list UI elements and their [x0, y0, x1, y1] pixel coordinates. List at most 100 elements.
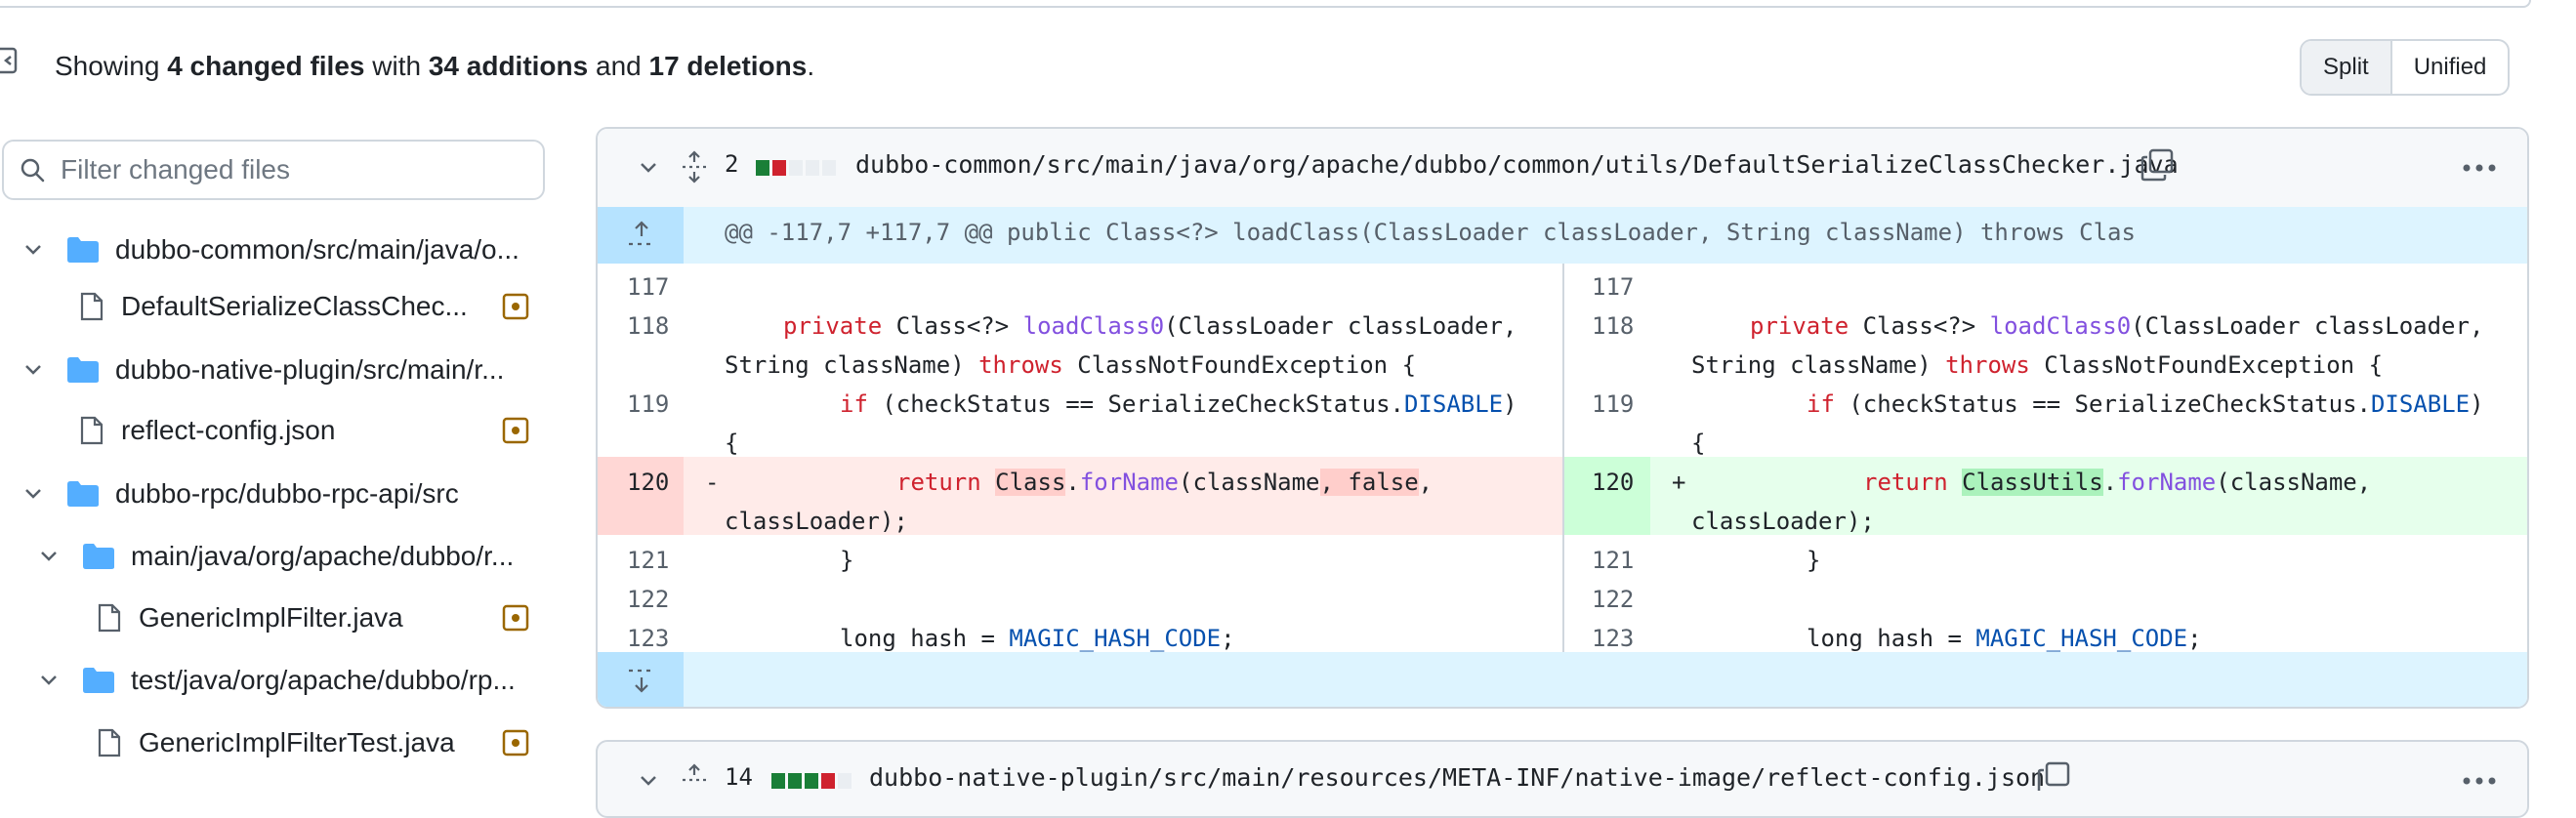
line-number: 120	[1592, 469, 1635, 496]
tree-folder-dubbo-rpc[interactable]: dubbo-rpc/dubbo-rpc-api/src	[21, 466, 459, 522]
file-icon	[80, 292, 104, 321]
expand-down-icon	[629, 669, 650, 693]
tree-item-label: DefaultSerializeClassChec...	[121, 291, 468, 321]
tree-folder-dubbo-native-plugin[interactable]: dubbo-native-plugin/src/main/r...	[21, 342, 504, 398]
hunk-header: @@ -117,7 +117,7 @@ public Class<?> load…	[598, 207, 2527, 264]
code-line: return ClassUtils.forName(className,	[1863, 469, 2372, 496]
chevron-down-icon[interactable]	[37, 545, 61, 568]
code-line: long hash = MAGIC_HASH_CODE;	[840, 625, 1235, 652]
tree-file-reflect-config[interactable]: reflect-config.json	[80, 402, 335, 459]
line-number: 121	[627, 547, 670, 574]
expand-all-icon[interactable]	[680, 763, 709, 797]
diffstat-neutral-block	[806, 160, 819, 176]
line-number: 117	[1592, 273, 1635, 301]
expand-footer	[598, 652, 2527, 707]
code-line: private Class<?> loadClass0(ClassLoader …	[1750, 312, 2484, 340]
diff-sign: -	[705, 469, 720, 496]
chevron-down-icon[interactable]	[21, 238, 45, 262]
line-number: 122	[627, 586, 670, 613]
diffstat-add-block	[788, 773, 802, 789]
hunk-header-text: @@ -117,7 +117,7 @@ public Class<?> load…	[725, 219, 2136, 246]
copy-path-icon[interactable]	[2037, 761, 2070, 795]
line-number: 120	[627, 469, 670, 496]
expand-all-icon[interactable]	[680, 150, 709, 184]
code-line: return Class.forName(className, false,	[896, 469, 1433, 496]
folder-icon	[83, 544, 114, 569]
diffstat-neutral-block	[838, 773, 852, 789]
code-line: long hash = MAGIC_HASH_CODE;	[1807, 625, 2202, 652]
code-line: classLoader);	[725, 508, 908, 535]
tree-folder-dubbo-common[interactable]: dubbo-common/src/main/java/o...	[21, 222, 519, 278]
tree-item-label: main/java/org/apache/dubbo/r...	[131, 541, 515, 571]
line-number: 123	[1592, 625, 1635, 652]
diffstat-neutral-block	[822, 160, 836, 176]
tree-folder-main-java[interactable]: main/java/org/apache/dubbo/r...	[37, 528, 514, 585]
file-modified-icon	[502, 293, 529, 320]
file-modified-icon	[502, 729, 529, 757]
more-options-icon[interactable]	[2463, 777, 2496, 785]
diffstat-del-block	[821, 773, 835, 789]
unified-view-button[interactable]: Unified	[2392, 41, 2509, 94]
filter-files-input[interactable]	[59, 153, 531, 186]
chevron-down-icon[interactable]	[637, 769, 660, 793]
search-icon	[21, 158, 45, 183]
diffstat-bar	[771, 773, 852, 789]
file-modified-icon	[502, 604, 529, 632]
diff-summary: Showing 4 changed files with 34 addition…	[55, 51, 815, 81]
line-number: 121	[1592, 547, 1635, 574]
diffstat-add-block	[771, 773, 785, 789]
chevron-down-icon[interactable]	[37, 669, 61, 692]
line-number: 122	[1592, 586, 1635, 613]
previous-section-border	[0, 0, 2531, 8]
file-diff-card: 14 dubbo-native-plugin/src/main/resource…	[596, 740, 2529, 818]
folder-icon	[83, 668, 114, 693]
code-line: }	[840, 547, 854, 574]
file-path[interactable]: dubbo-common/src/main/java/org/apache/du…	[855, 150, 2179, 179]
file-icon	[80, 416, 104, 445]
tree-file-genericimplfiltertest[interactable]: GenericImplFilterTest.java	[98, 715, 455, 771]
diffstat-add-block	[805, 773, 818, 789]
diff-sign: +	[1672, 469, 1686, 496]
tree-item-label: GenericImplFilter.java	[139, 602, 403, 633]
toggle-file-tree-icon[interactable]	[0, 47, 20, 74]
tree-item-label: reflect-config.json	[121, 415, 336, 445]
code-line: classLoader);	[1691, 508, 1875, 535]
file-icon	[98, 603, 121, 633]
code-line: }	[1807, 547, 1821, 574]
file-header: 2 dubbo-common/src/main/java/org/apache/…	[598, 129, 2527, 209]
line-number: 117	[627, 273, 670, 301]
tree-item-label: test/java/org/apache/dubbo/rp...	[131, 665, 516, 695]
line-number: 119	[1592, 390, 1635, 418]
line-number: 118	[1592, 312, 1635, 340]
diffstat-del-block	[772, 160, 786, 176]
chevron-down-icon[interactable]	[21, 482, 45, 506]
file-diff-card: 2 dubbo-common/src/main/java/org/apache/…	[596, 127, 2529, 709]
code-line: String className) throws ClassNotFoundEx…	[725, 351, 1417, 379]
code-line: String className) throws ClassNotFoundEx…	[1691, 351, 2384, 379]
tree-file-defaultserialize[interactable]: DefaultSerializeClassChec...	[80, 278, 468, 335]
tree-item-label: dubbo-rpc/dubbo-rpc-api/src	[115, 478, 459, 509]
expand-up-button[interactable]	[598, 207, 684, 264]
split-view-button[interactable]: Split	[2302, 41, 2392, 94]
file-modified-icon	[502, 417, 529, 444]
chevron-down-icon[interactable]	[637, 156, 660, 180]
diff-view-toggle: Split Unified	[2300, 39, 2511, 96]
code-line: {	[725, 429, 739, 457]
line-number: 118	[627, 312, 670, 340]
code-line: if (checkStatus == SerializeCheckStatus.…	[840, 390, 1517, 418]
filter-files-field[interactable]	[2, 140, 545, 200]
file-path[interactable]: dubbo-native-plugin/src/main/resources/M…	[869, 763, 2045, 792]
tree-folder-test-java[interactable]: test/java/org/apache/dubbo/rp...	[37, 652, 516, 709]
tree-item-label: dubbo-common/src/main/java/o...	[115, 234, 519, 265]
copy-path-icon[interactable]	[2140, 148, 2174, 182]
tree-item-label: GenericImplFilterTest.java	[139, 727, 455, 757]
changes-count: 14	[725, 763, 753, 791]
file-icon	[98, 728, 121, 757]
expand-up-icon	[629, 221, 650, 246]
more-options-icon[interactable]	[2463, 164, 2496, 172]
diffstat-add-block	[756, 160, 769, 176]
tree-file-genericimplfilter[interactable]: GenericImplFilter.java	[98, 590, 403, 646]
chevron-down-icon[interactable]	[21, 358, 45, 382]
diffstat-bar	[756, 160, 836, 176]
expand-down-button[interactable]	[598, 652, 684, 707]
